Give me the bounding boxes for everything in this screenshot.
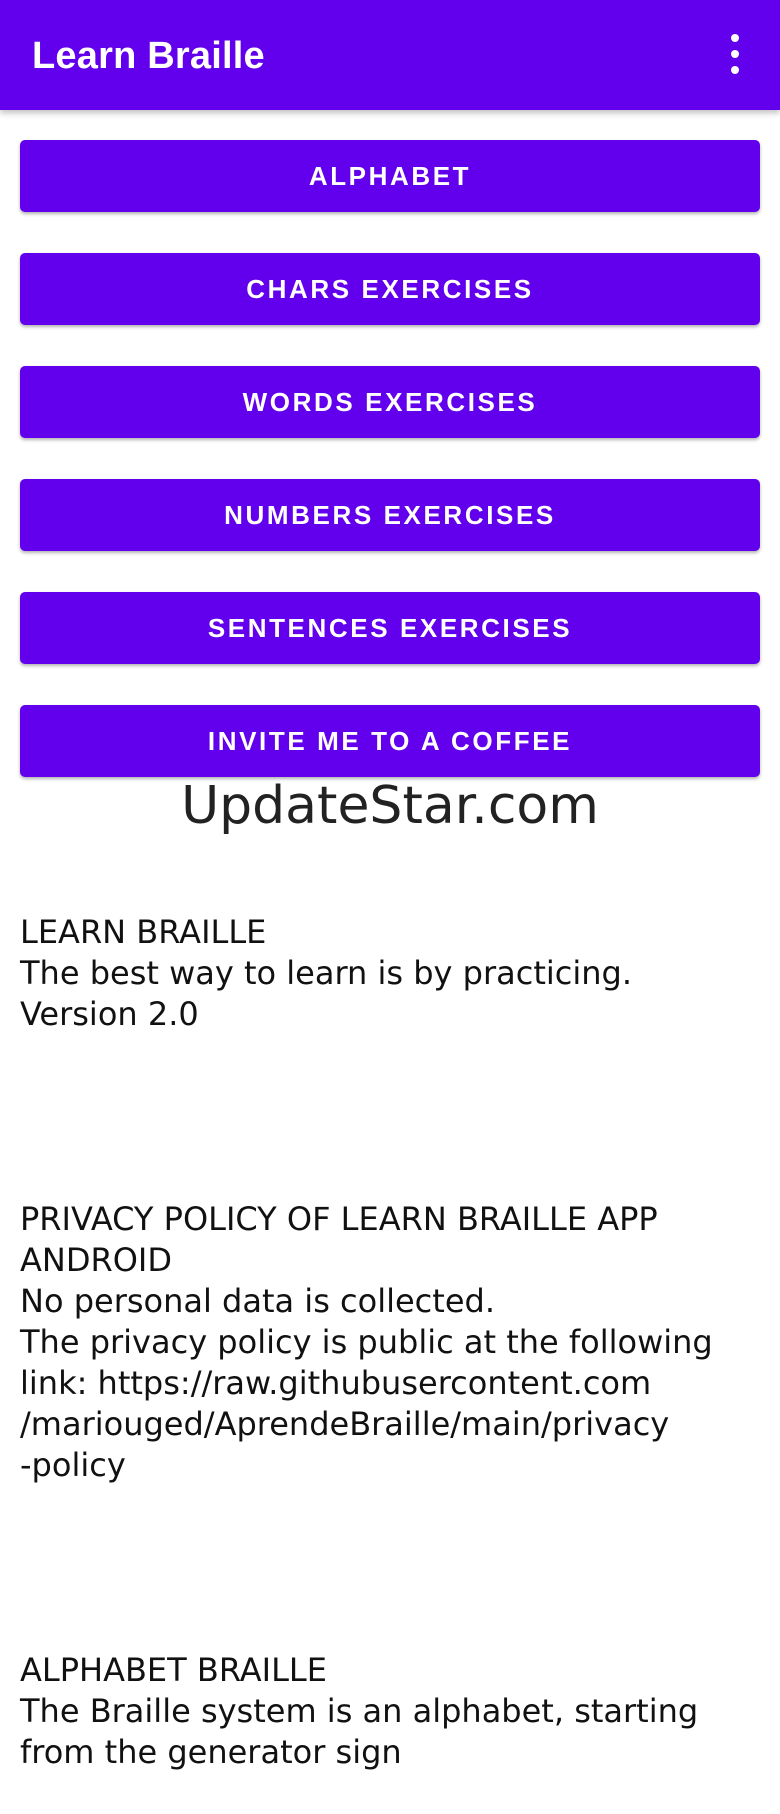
alphabet-button[interactable]: ALPHABET bbox=[20, 140, 760, 212]
privacy-section: PRIVACY POLICY OF LEARN BRAILLE APP ANDR… bbox=[20, 1200, 713, 1484]
numbers-exercises-button[interactable]: NUMBERS EXERCISES bbox=[20, 479, 760, 551]
chars-exercises-button[interactable]: CHARS EXERCISES bbox=[20, 253, 760, 325]
menu-dot bbox=[731, 50, 739, 58]
sentences-exercises-button[interactable]: SENTENCES EXERCISES bbox=[20, 592, 760, 664]
menu-dot bbox=[731, 34, 739, 42]
info-text: LEARN BRAILLE The best way to learn is b… bbox=[20, 871, 750, 1814]
app-title: Learn Braille bbox=[32, 35, 265, 77]
menu-dot bbox=[731, 66, 739, 74]
invite-coffee-button[interactable]: INVITE ME TO A COFFEE bbox=[20, 705, 760, 777]
app-bar: Learn Braille bbox=[0, 0, 780, 110]
words-exercises-button[interactable]: WORDS EXERCISES bbox=[20, 366, 760, 438]
watermark-text: UpdateStar.com bbox=[181, 776, 599, 836]
about-section: LEARN BRAILLE The best way to learn is b… bbox=[20, 913, 633, 1033]
alphabet-section: ALPHABET BRAILLE The Braille system is a… bbox=[20, 1651, 699, 1771]
more-vert-icon[interactable] bbox=[720, 34, 750, 74]
